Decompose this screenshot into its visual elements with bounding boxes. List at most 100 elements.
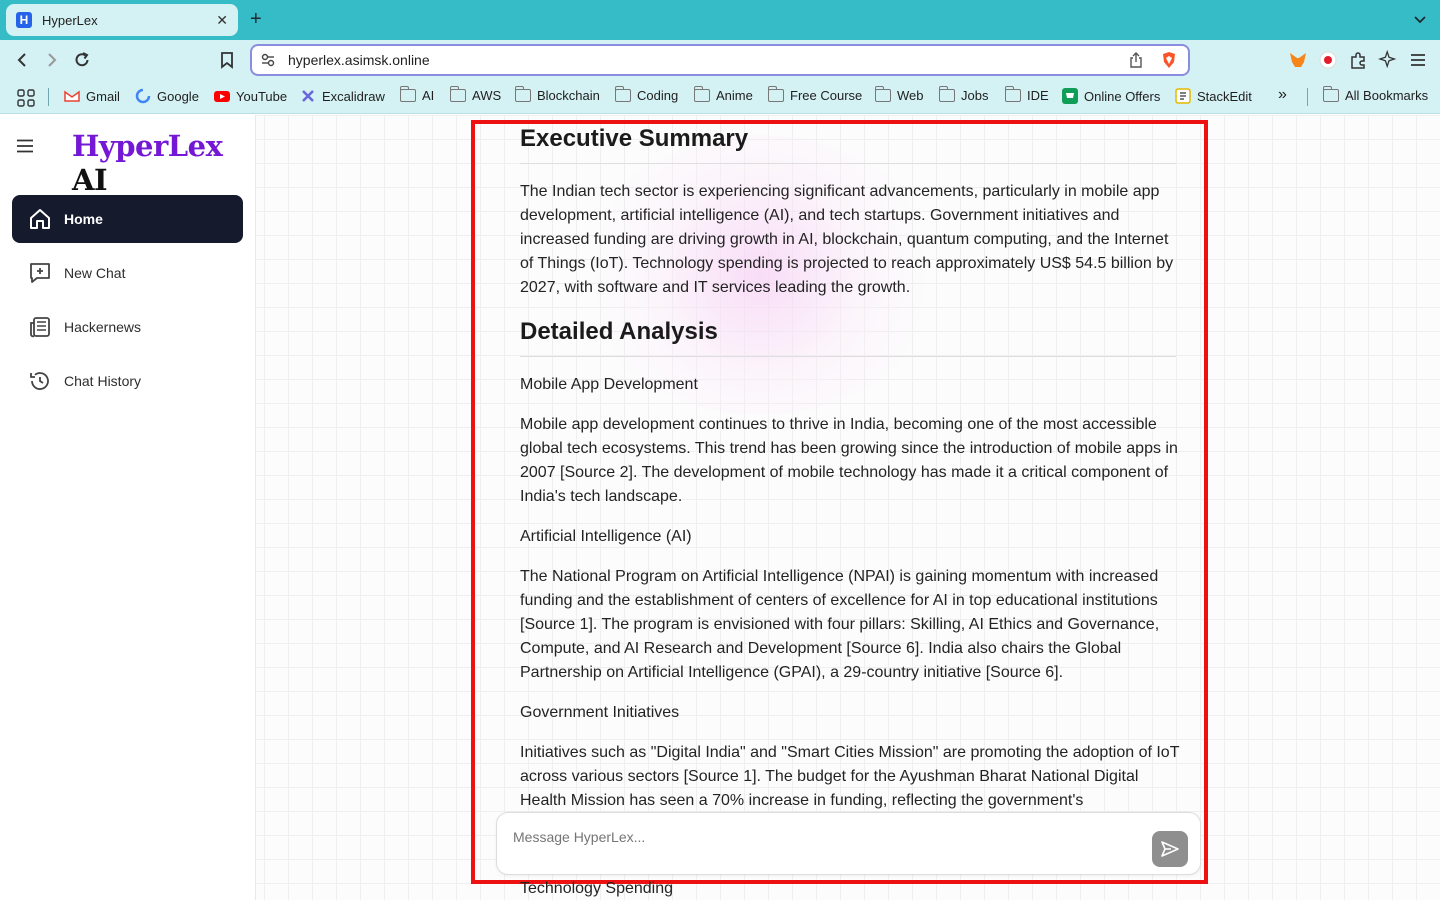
bookmarks-divider bbox=[1307, 88, 1308, 106]
brave-shield-icon[interactable] bbox=[1160, 51, 1178, 69]
bookmark-online-offers[interactable]: Online Offers bbox=[1062, 88, 1160, 104]
leo-ai-icon[interactable] bbox=[1378, 50, 1398, 70]
site-settings-icon[interactable] bbox=[260, 52, 276, 68]
bookmark-label: Coding bbox=[637, 88, 679, 103]
folder-icon bbox=[693, 86, 710, 102]
bookmark-folder-jobs[interactable]: Jobs bbox=[938, 86, 989, 103]
folder-icon bbox=[1322, 86, 1339, 102]
folder-icon bbox=[614, 86, 631, 102]
bookmark-label: All Bookmarks bbox=[1345, 88, 1429, 103]
message-composer bbox=[496, 812, 1201, 875]
bookmark-folder-aws[interactable]: AWS bbox=[449, 86, 502, 103]
folder-icon bbox=[514, 86, 531, 102]
subsection-title: Technology Spending bbox=[520, 880, 674, 897]
bookmarks-bar: Gmail Google YouTube Excalidraw AI AWS B… bbox=[0, 80, 1440, 114]
bookmark-folder-free-course[interactable]: Free Course bbox=[767, 86, 863, 103]
address-bar[interactable]: hyperlex.asimsk.online bbox=[250, 44, 1190, 76]
apps-grid-icon[interactable] bbox=[17, 89, 35, 107]
excalidraw-icon bbox=[302, 90, 314, 102]
new-chat-icon bbox=[30, 263, 50, 283]
folder-icon bbox=[1004, 86, 1021, 102]
folder-icon bbox=[874, 86, 891, 102]
bookmarks-overflow-icon[interactable]: » bbox=[1278, 86, 1287, 104]
sidebar-item-hackernews[interactable]: Hackernews bbox=[12, 303, 243, 351]
sidebar-item-chat-history[interactable]: Chat History bbox=[12, 357, 243, 405]
send-icon bbox=[1161, 841, 1179, 857]
url-text[interactable]: hyperlex.asimsk.online bbox=[288, 52, 1128, 68]
bookmark-label: AWS bbox=[472, 88, 502, 103]
newspaper-icon bbox=[30, 317, 50, 338]
bookmark-folder-ai[interactable]: AI bbox=[399, 86, 435, 103]
message-input[interactable] bbox=[513, 829, 1113, 845]
chevron-down-icon[interactable] bbox=[1412, 11, 1428, 27]
bookmark-youtube[interactable]: YouTube bbox=[214, 88, 287, 104]
bookmark-label: AI bbox=[422, 88, 435, 103]
bookmark-label: Gmail bbox=[86, 88, 120, 104]
bookmark-label: Web bbox=[897, 88, 924, 103]
bookmark-excalidraw[interactable]: Excalidraw bbox=[300, 88, 385, 104]
app-logo[interactable]: HyperLex AI bbox=[72, 129, 256, 197]
reload-icon[interactable] bbox=[72, 50, 92, 70]
browser-tab[interactable]: H HyperLex ✕ bbox=[6, 4, 238, 36]
bookmarks-divider bbox=[48, 88, 49, 106]
folder-icon bbox=[449, 86, 466, 102]
bookmark-folder-coding[interactable]: Coding bbox=[614, 86, 679, 103]
browser-toolbar: hyperlex.asimsk.online bbox=[0, 40, 1440, 80]
bookmark-folder-web[interactable]: Web bbox=[874, 86, 924, 103]
bookmark-gmail[interactable]: Gmail bbox=[64, 88, 120, 104]
gmail-icon bbox=[64, 90, 80, 102]
bookmark-label: YouTube bbox=[236, 88, 288, 104]
sidebar-item-home[interactable]: Home bbox=[12, 195, 243, 243]
bookmark-label: Blockchain bbox=[537, 88, 600, 103]
bookmark-label: Jobs bbox=[961, 88, 989, 103]
bookmark-stackedit[interactable]: StackEdit bbox=[1175, 88, 1252, 104]
bookmark-folder-blockchain[interactable]: Blockchain bbox=[514, 86, 600, 103]
history-icon bbox=[30, 372, 49, 390]
browser-tab-bar: H HyperLex ✕ + bbox=[0, 0, 1440, 40]
bookmark-google[interactable]: Google bbox=[135, 88, 199, 104]
bookmark-folder-ide[interactable]: IDE bbox=[1004, 86, 1049, 103]
forward-icon[interactable] bbox=[42, 50, 62, 70]
logo-suffix: AI bbox=[72, 163, 108, 197]
sidebar-item-label: Chat History bbox=[64, 373, 142, 389]
metamask-icon[interactable] bbox=[1288, 50, 1308, 70]
sidebar: HyperLex AI Home New Chat Hackernews Cha… bbox=[0, 115, 256, 900]
hamburger-menu-icon[interactable] bbox=[16, 139, 34, 153]
close-tab-icon[interactable]: ✕ bbox=[216, 12, 228, 29]
sidebar-item-label: Home bbox=[64, 211, 103, 227]
bookmark-label: Online Offers bbox=[1084, 88, 1161, 104]
tab-title: HyperLex bbox=[42, 12, 98, 28]
sidebar-header: HyperLex AI bbox=[0, 115, 256, 197]
all-bookmarks[interactable]: All Bookmarks bbox=[1322, 86, 1429, 103]
app-root: HyperLex AI Home New Chat Hackernews Cha… bbox=[0, 115, 1440, 900]
folder-icon bbox=[938, 86, 955, 102]
bookmark-label: Free Course bbox=[790, 88, 863, 103]
hyperlex-favicon-icon: H bbox=[16, 12, 32, 28]
send-button[interactable] bbox=[1152, 831, 1188, 867]
bookmark-label: Google bbox=[157, 88, 199, 104]
bookmark-folder-anime[interactable]: Anime bbox=[693, 86, 753, 103]
bookmark-icon[interactable] bbox=[217, 50, 237, 70]
google-icon bbox=[135, 88, 151, 104]
folder-icon bbox=[399, 86, 416, 102]
new-tab-icon[interactable]: + bbox=[250, 9, 262, 29]
highlight-box bbox=[471, 120, 1208, 884]
record-extension-icon[interactable] bbox=[1318, 50, 1338, 70]
youtube-icon bbox=[214, 91, 230, 102]
bookmark-label: Excalidraw bbox=[322, 88, 385, 104]
menu-icon[interactable] bbox=[1408, 50, 1428, 70]
sidebar-item-new-chat[interactable]: New Chat bbox=[12, 249, 243, 297]
bookmark-label: Anime bbox=[716, 88, 753, 103]
folder-icon bbox=[767, 86, 784, 102]
bookmark-label: StackEdit bbox=[1197, 88, 1252, 104]
logo-brand: HyperLex bbox=[72, 129, 223, 163]
bookmark-label: IDE bbox=[1027, 88, 1049, 103]
extensions-icon[interactable] bbox=[1348, 50, 1368, 70]
sidebar-item-label: Hackernews bbox=[64, 319, 142, 335]
home-icon bbox=[30, 209, 50, 229]
sidebar-item-label: New Chat bbox=[64, 265, 126, 281]
back-icon[interactable] bbox=[12, 50, 32, 70]
share-icon[interactable] bbox=[1128, 52, 1144, 68]
stackedit-icon bbox=[1175, 88, 1191, 104]
cart-icon bbox=[1062, 88, 1078, 104]
